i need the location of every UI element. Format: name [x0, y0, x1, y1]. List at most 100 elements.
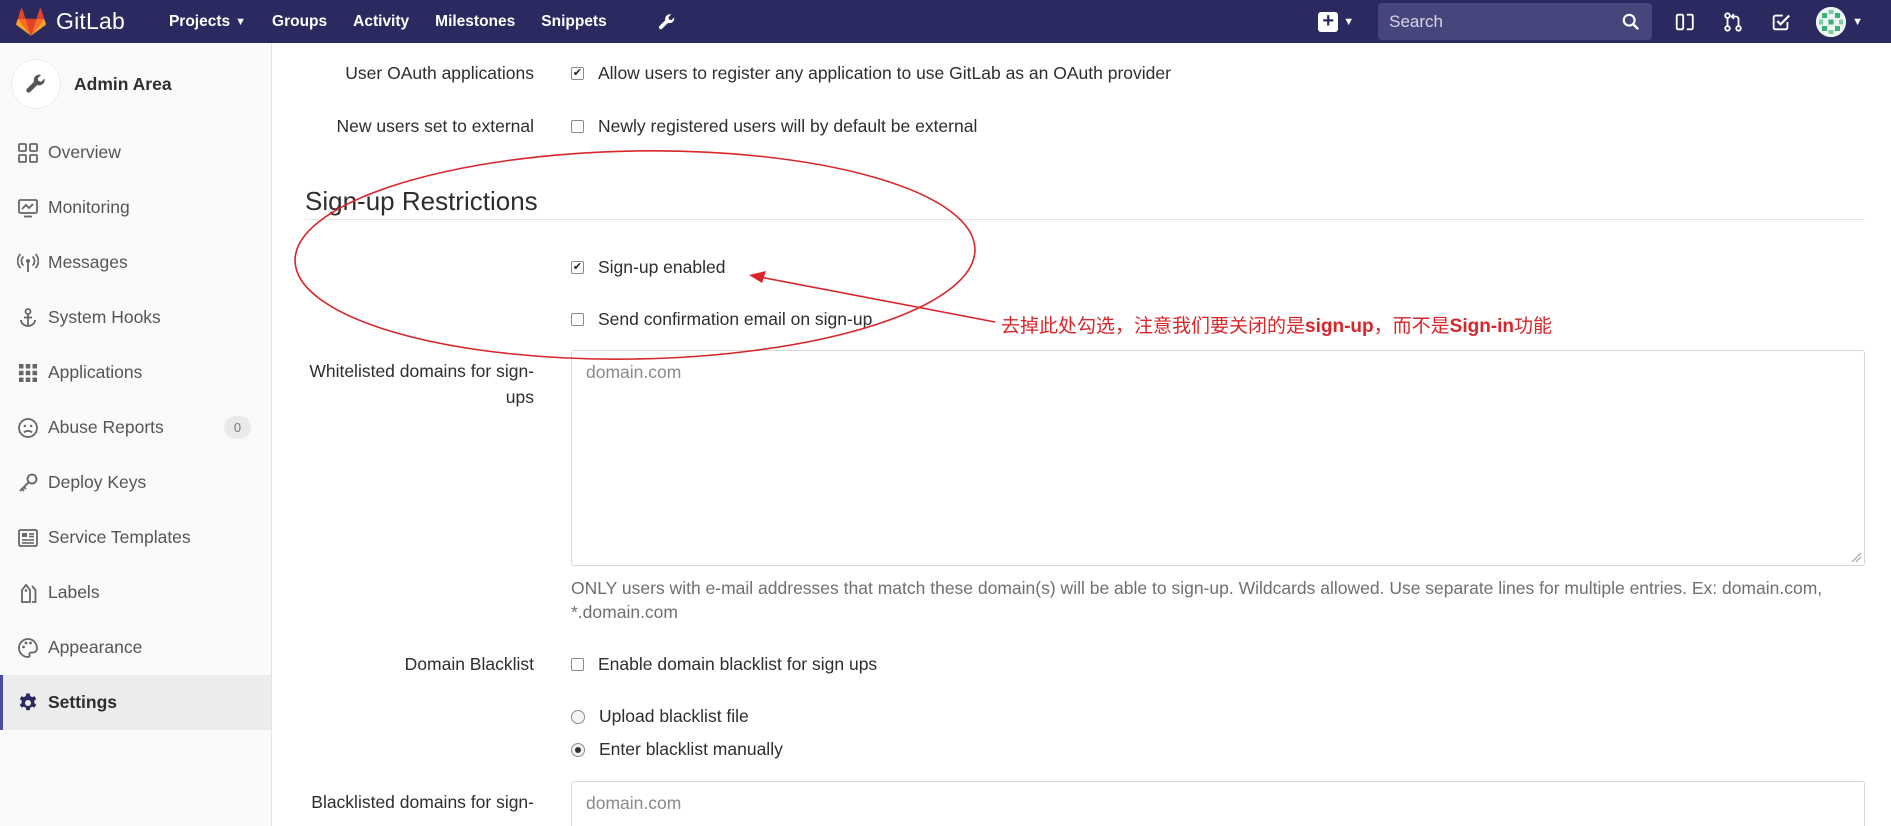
key-icon — [19, 473, 38, 492]
send-confirmation-row[interactable]: Send confirmation email on sign-up — [571, 309, 872, 330]
chevron-down-icon[interactable]: ▼ — [1852, 16, 1863, 28]
manual-blacklist-label: Enter blacklist manually — [599, 739, 783, 759]
sidebar-header[interactable]: Admin Area — [0, 43, 271, 125]
hook-icon — [20, 307, 36, 327]
label-icon — [21, 583, 37, 603]
external-checkbox-row[interactable]: Newly registered users will by default b… — [571, 116, 977, 137]
resize-handle-icon[interactable] — [1850, 551, 1862, 563]
sidebar-item-messages[interactable]: Messages — [0, 235, 271, 290]
sidebar-item-label: Messages — [48, 252, 128, 272]
sidebar-item-applications[interactable]: Applications — [0, 345, 271, 400]
new-dropdown[interactable]: + ▼ — [1318, 11, 1355, 32]
signup-enabled-checkbox[interactable]: ✔ — [571, 261, 584, 274]
sidebar-item-settings[interactable]: Settings — [0, 675, 271, 730]
blacklist-checkbox-label: Enable domain blacklist for sign ups — [598, 654, 878, 674]
annotation-text-part: 去掉此处勾选，注意我们要关闭的是 — [1001, 315, 1306, 337]
user-avatar[interactable] — [1816, 6, 1847, 37]
gitlab-logo-icon — [16, 7, 46, 36]
applications-icon — [19, 363, 37, 382]
sidebar-item-label: Appearance — [48, 637, 143, 657]
sidebar-item-system-hooks[interactable]: System Hooks — [0, 290, 271, 345]
sidebar-item-deploy-keys[interactable]: Deploy Keys — [0, 455, 271, 510]
abuse-icon — [18, 417, 38, 438]
wrench-icon — [12, 60, 60, 108]
annotation-text: 去掉此处勾选，注意我们要关闭的是sign-up，而不是Sign-in功能 — [1001, 311, 1552, 338]
blacklist-checkbox-row[interactable]: Enable domain blacklist for sign ups — [571, 654, 877, 675]
sidebar-item-label: Monitoring — [48, 197, 130, 217]
annotation-text-bold: sign-up — [1305, 316, 1374, 337]
manual-blacklist-radio[interactable] — [571, 742, 585, 757]
whitelist-placeholder: domain.com — [586, 362, 682, 382]
sidebar-item-label: Settings — [48, 692, 118, 712]
nav-snippets[interactable]: Snippets — [541, 13, 606, 31]
sidebar-item-appearance[interactable]: Appearance — [0, 620, 271, 675]
radio-dot — [575, 746, 581, 753]
oauth-label: User OAuth applications — [345, 63, 534, 83]
nav-projects[interactable]: Projects ▼ — [169, 13, 246, 31]
oauth-checkbox-row[interactable]: ✔ Allow users to register any applicatio… — [571, 63, 1171, 84]
sidebar-item-label: Deploy Keys — [48, 472, 147, 492]
annotation-text-bold: Sign-in — [1449, 316, 1515, 337]
nav-groups[interactable]: Groups — [272, 13, 327, 31]
monitoring-icon — [18, 198, 38, 217]
sidebar-item-service-templates[interactable]: Service Templates — [0, 510, 271, 565]
chevron-down-icon: ▼ — [235, 15, 247, 28]
send-confirmation-checkbox[interactable] — [571, 313, 584, 326]
search-input[interactable] — [1389, 11, 1600, 32]
blacklist-label: Domain Blacklist — [404, 654, 534, 674]
whitelist-help-line1: ONLY users with e-mail addresses that ma… — [571, 578, 1823, 598]
messages-icon — [17, 252, 39, 272]
chevron-down-icon: ▼ — [1343, 15, 1355, 28]
whitelist-label-line2: ups — [505, 387, 534, 407]
sidebar-title: Admin Area — [74, 73, 172, 94]
external-label: New users set to external — [336, 116, 534, 136]
nav-milestones[interactable]: Milestones — [435, 13, 515, 31]
sidebar-item-label: Abuse Reports — [48, 417, 164, 437]
annotation-text-part: 功能 — [1514, 315, 1553, 337]
upload-blacklist-radio[interactable] — [571, 709, 585, 724]
search-box[interactable] — [1378, 3, 1653, 40]
todos-check-icon[interactable] — [1768, 9, 1794, 35]
gear-icon — [19, 693, 37, 710]
manual-blacklist-row[interactable]: Enter blacklist manually — [571, 739, 783, 760]
sidebar-item-label: Applications — [48, 362, 143, 382]
merge-request-icon[interactable] — [1720, 9, 1746, 35]
section-title: Sign-up Restrictions — [305, 186, 538, 216]
signup-enabled-label: Sign-up enabled — [598, 257, 726, 277]
annotation-text-part: ，而不是 — [1373, 315, 1450, 337]
blacklist-checkbox[interactable] — [571, 658, 584, 671]
blacklisted-placeholder: domain.com — [586, 793, 682, 813]
nav-activity[interactable]: Activity — [353, 13, 409, 31]
upload-blacklist-row[interactable]: Upload blacklist file — [571, 706, 749, 727]
admin-wrench-icon[interactable] — [657, 11, 679, 33]
section-divider — [305, 219, 1865, 220]
oauth-checkbox[interactable]: ✔ — [571, 67, 584, 80]
palette-icon — [18, 637, 38, 658]
sidebar-item-label: System Hooks — [48, 307, 161, 327]
oauth-checkbox-label: Allow users to register any application … — [598, 63, 1171, 83]
sidebar-item-monitoring[interactable]: Monitoring — [0, 180, 271, 235]
search-icon — [1622, 13, 1640, 30]
top-navbar: GitLab Projects ▼ Groups Activity Milesto… — [0, 0, 1891, 43]
upload-blacklist-label: Upload blacklist file — [599, 706, 749, 726]
nav-projects-label: Projects — [168, 12, 231, 30]
whitelist-textarea[interactable]: domain.com — [571, 350, 1865, 566]
todo-panel-icon[interactable] — [1672, 9, 1698, 35]
external-checkbox[interactable] — [571, 120, 584, 133]
gitlab-home-link[interactable]: GitLab — [16, 7, 125, 36]
sidebar-item-labels[interactable]: Labels — [0, 565, 271, 620]
sidebar-item-overview[interactable]: Overview — [0, 125, 271, 180]
whitelist-help-line2: *.domain.com — [571, 602, 678, 622]
external-checkbox-label: Newly registered users will by default b… — [598, 116, 978, 136]
whitelist-label-line1: Whitelisted domains for sign- — [309, 361, 534, 381]
sidebar-item-label: Overview — [48, 142, 121, 162]
overview-icon — [18, 142, 38, 163]
sidebar-item-label: Labels — [48, 582, 100, 602]
abuse-count-badge: 0 — [224, 416, 251, 439]
blacklisted-domains-textarea[interactable]: domain.com — [571, 781, 1865, 826]
plus-icon: + — [1318, 11, 1339, 32]
admin-sidebar: Admin Area Overview Monitoring Messages … — [0, 43, 272, 826]
sidebar-item-abuse-reports[interactable]: Abuse Reports 0 — [0, 400, 271, 455]
templates-icon — [18, 528, 38, 547]
signup-enabled-row[interactable]: ✔ Sign-up enabled — [571, 257, 725, 278]
